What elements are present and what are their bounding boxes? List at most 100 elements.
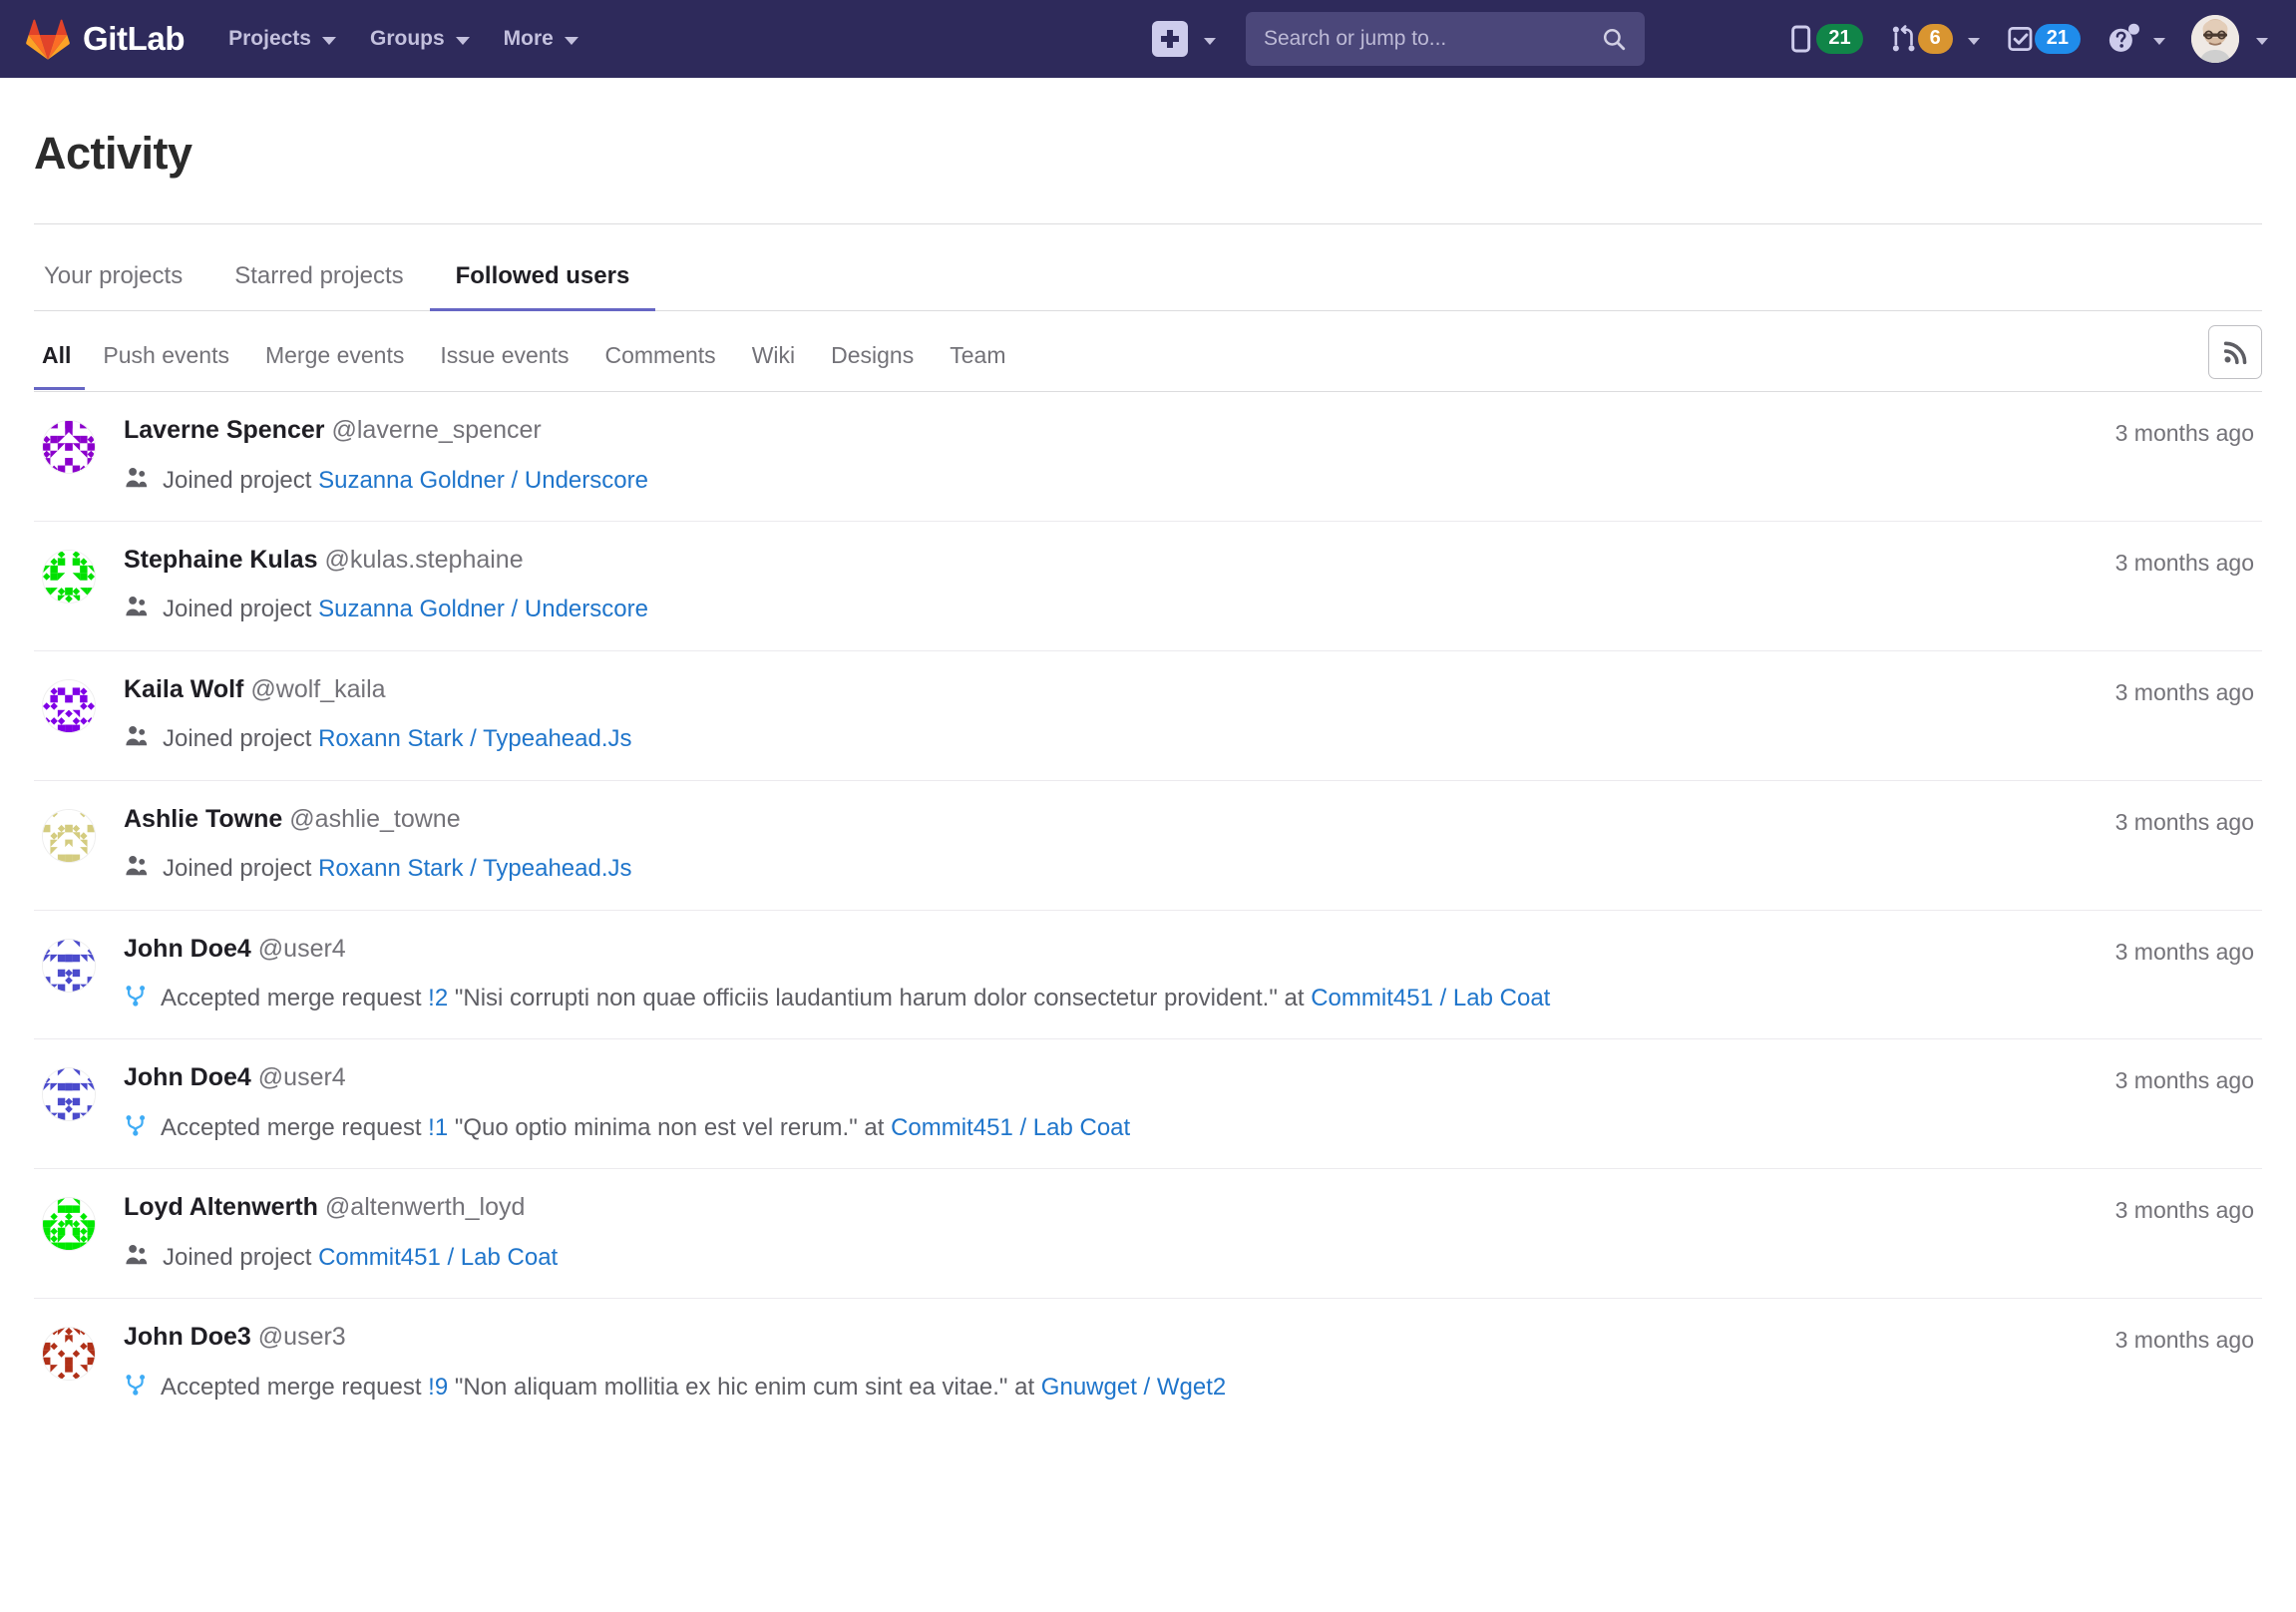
project-link[interactable]: Roxann Stark / Typeahead.Js (318, 855, 631, 882)
activity-timestamp: 3 months ago (2115, 420, 2254, 447)
avatar[interactable] (42, 1327, 96, 1381)
avatar[interactable] (42, 1067, 96, 1121)
filter-tab-designs[interactable]: Designs (813, 328, 932, 389)
filter-tab-team[interactable]: Team (932, 328, 1023, 389)
activity-action-line: Accepted merge request !2 "Nisi corrupti… (124, 980, 2262, 1014)
avatar[interactable] (42, 939, 96, 993)
filter-tab-merge-events-label: Merge events (265, 342, 404, 368)
tab-followed-users[interactable]: Followed users (430, 246, 656, 310)
chevron-down-icon[interactable] (1968, 38, 1980, 45)
user-name-link[interactable]: Laverne Spencer (124, 416, 325, 444)
todos-count-badge: 21 (2035, 24, 2081, 54)
filter-tab-wiki-label: Wiki (752, 342, 795, 368)
activity-timestamp: 3 months ago (2115, 1067, 2254, 1094)
users-icon (124, 723, 150, 758)
user-name-link[interactable]: John Doe3 (124, 1323, 251, 1351)
filter-tab-all[interactable]: All (34, 328, 85, 389)
activity-row: Ashlie Towne@ashlie_towne Joined project… (34, 781, 2262, 911)
filter-tab-push-events[interactable]: Push events (85, 328, 247, 389)
nav-item-more[interactable]: More (504, 27, 578, 51)
activity-action-line: Joined project Suzanna Goldner / Undersc… (124, 462, 2262, 497)
navbar-menu: Projects Groups More (228, 27, 578, 51)
user-handle[interactable]: @altenwerth_loyd (325, 1193, 526, 1221)
merge-request-ref-link[interactable]: !1 (428, 1114, 448, 1141)
activity-row: Kaila Wolf@wolf_kaila Joined project Rox… (34, 651, 2262, 781)
merge-request-icon (124, 1372, 148, 1407)
tab-starred-projects[interactable]: Starred projects (208, 246, 429, 310)
merge-request-ref-link[interactable]: !9 (428, 1374, 448, 1401)
issues-icon (1787, 23, 1817, 55)
search-box[interactable] (1246, 12, 1645, 66)
user-handle[interactable]: @kulas.stephaine (325, 546, 524, 574)
user-name-link[interactable]: Loyd Altenwerth (124, 1193, 318, 1221)
avatar[interactable] (42, 550, 96, 604)
activity-row: John Doe4@user4 Accepted merge request !… (34, 1039, 2262, 1169)
activity-user-line: Ashlie Towne@ashlie_towne (124, 803, 2262, 836)
filter-tab-comments-label: Comments (604, 342, 715, 368)
project-link[interactable]: Commit451 / Lab Coat (1311, 985, 1550, 1011)
activity-action-content: Joined project Roxann Stark / Typeahead.… (163, 853, 632, 885)
nav-item-more-label: More (504, 27, 554, 51)
activity-mr-title: "Nisi corrupti non quae officiis laudant… (448, 985, 1311, 1011)
rss-icon (2221, 338, 2249, 366)
nav-item-projects-label: Projects (228, 27, 311, 51)
search-input[interactable] (1264, 27, 1593, 51)
merge-request-icon (124, 1112, 148, 1147)
filter-tab-wiki[interactable]: Wiki (734, 328, 813, 389)
user-name-link[interactable]: John Doe4 (124, 935, 251, 963)
avatar[interactable] (42, 679, 96, 733)
avatar[interactable] (42, 1197, 96, 1251)
filter-tab-merge-events[interactable]: Merge events (247, 328, 422, 389)
filter-tab-issue-events[interactable]: Issue events (422, 328, 586, 389)
tab-your-projects[interactable]: Your projects (34, 246, 208, 310)
activity-action-line: Accepted merge request !1 "Quo optio min… (124, 1109, 2262, 1144)
project-link[interactable]: Commit451 / Lab Coat (318, 1244, 558, 1271)
user-handle[interactable]: @user4 (258, 1063, 346, 1091)
page-content: Activity Your projects Starred projects … (0, 78, 2296, 1427)
user-name-link[interactable]: Kaila Wolf (124, 675, 243, 703)
chevron-down-icon[interactable] (2153, 38, 2165, 45)
brand-name[interactable]: GitLab (83, 20, 185, 58)
project-link[interactable]: Gnuwget / Wget2 (1041, 1374, 1226, 1401)
nav-help[interactable] (2106, 22, 2165, 56)
user-handle[interactable]: @ashlie_towne (289, 805, 460, 833)
nav-user-menu[interactable] (2191, 15, 2268, 63)
user-handle[interactable]: @laverne_spencer (332, 416, 542, 444)
avatar[interactable] (42, 420, 96, 474)
user-handle[interactable]: @user4 (258, 935, 346, 963)
filter-tabs: All Push events Merge events Issue event… (34, 328, 1023, 389)
project-link[interactable]: Roxann Stark / Typeahead.Js (318, 725, 631, 752)
nav-merge-requests[interactable]: 6 (1889, 23, 1980, 55)
users-icon (124, 594, 150, 628)
merge-request-ref-link[interactable]: !2 (428, 985, 448, 1011)
nav-item-projects[interactable]: Projects (228, 27, 336, 51)
rss-feed-button[interactable] (2208, 325, 2262, 379)
activity-action-text: Accepted merge request (161, 1114, 428, 1141)
project-link[interactable]: Commit451 / Lab Coat (891, 1114, 1130, 1141)
avatar[interactable] (42, 809, 96, 863)
activity-body: Ashlie Towne@ashlie_towne Joined project… (124, 803, 2262, 886)
avatar[interactable] (2191, 15, 2239, 63)
merge-request-icon (124, 983, 148, 1008)
chevron-down-icon[interactable] (2256, 38, 2268, 45)
project-link[interactable]: Suzanna Goldner / Underscore (318, 467, 648, 494)
user-name-link[interactable]: John Doe4 (124, 1063, 251, 1091)
filter-tab-comments[interactable]: Comments (586, 328, 733, 389)
activity-user-line: Stephaine Kulas@kulas.stephaine (124, 544, 2262, 577)
nav-item-groups[interactable]: Groups (370, 27, 470, 51)
user-name-link[interactable]: Ashlie Towne (124, 805, 282, 833)
user-handle[interactable]: @wolf_kaila (250, 675, 385, 703)
gitlab-tanuki-logo-icon[interactable] (26, 18, 70, 60)
project-link[interactable]: Suzanna Goldner / Underscore (318, 596, 648, 622)
nav-issues[interactable]: 21 (1787, 23, 1862, 55)
navbar-left: GitLab Projects Groups More (26, 18, 578, 60)
activity-action-content: Joined project Commit451 / Lab Coat (163, 1242, 558, 1274)
user-handle[interactable]: @user3 (258, 1323, 346, 1351)
tab-your-projects-label: Your projects (44, 262, 183, 289)
create-new-button[interactable] (1152, 21, 1188, 57)
user-name-link[interactable]: Stephaine Kulas (124, 546, 318, 574)
nav-todos[interactable]: 21 (2006, 23, 2081, 55)
activity-body: John Doe4@user4 Accepted merge request !… (124, 1061, 2262, 1144)
chevron-down-icon[interactable] (1204, 38, 1216, 45)
activity-body: Stephaine Kulas@kulas.stephaine Joined p… (124, 544, 2262, 626)
